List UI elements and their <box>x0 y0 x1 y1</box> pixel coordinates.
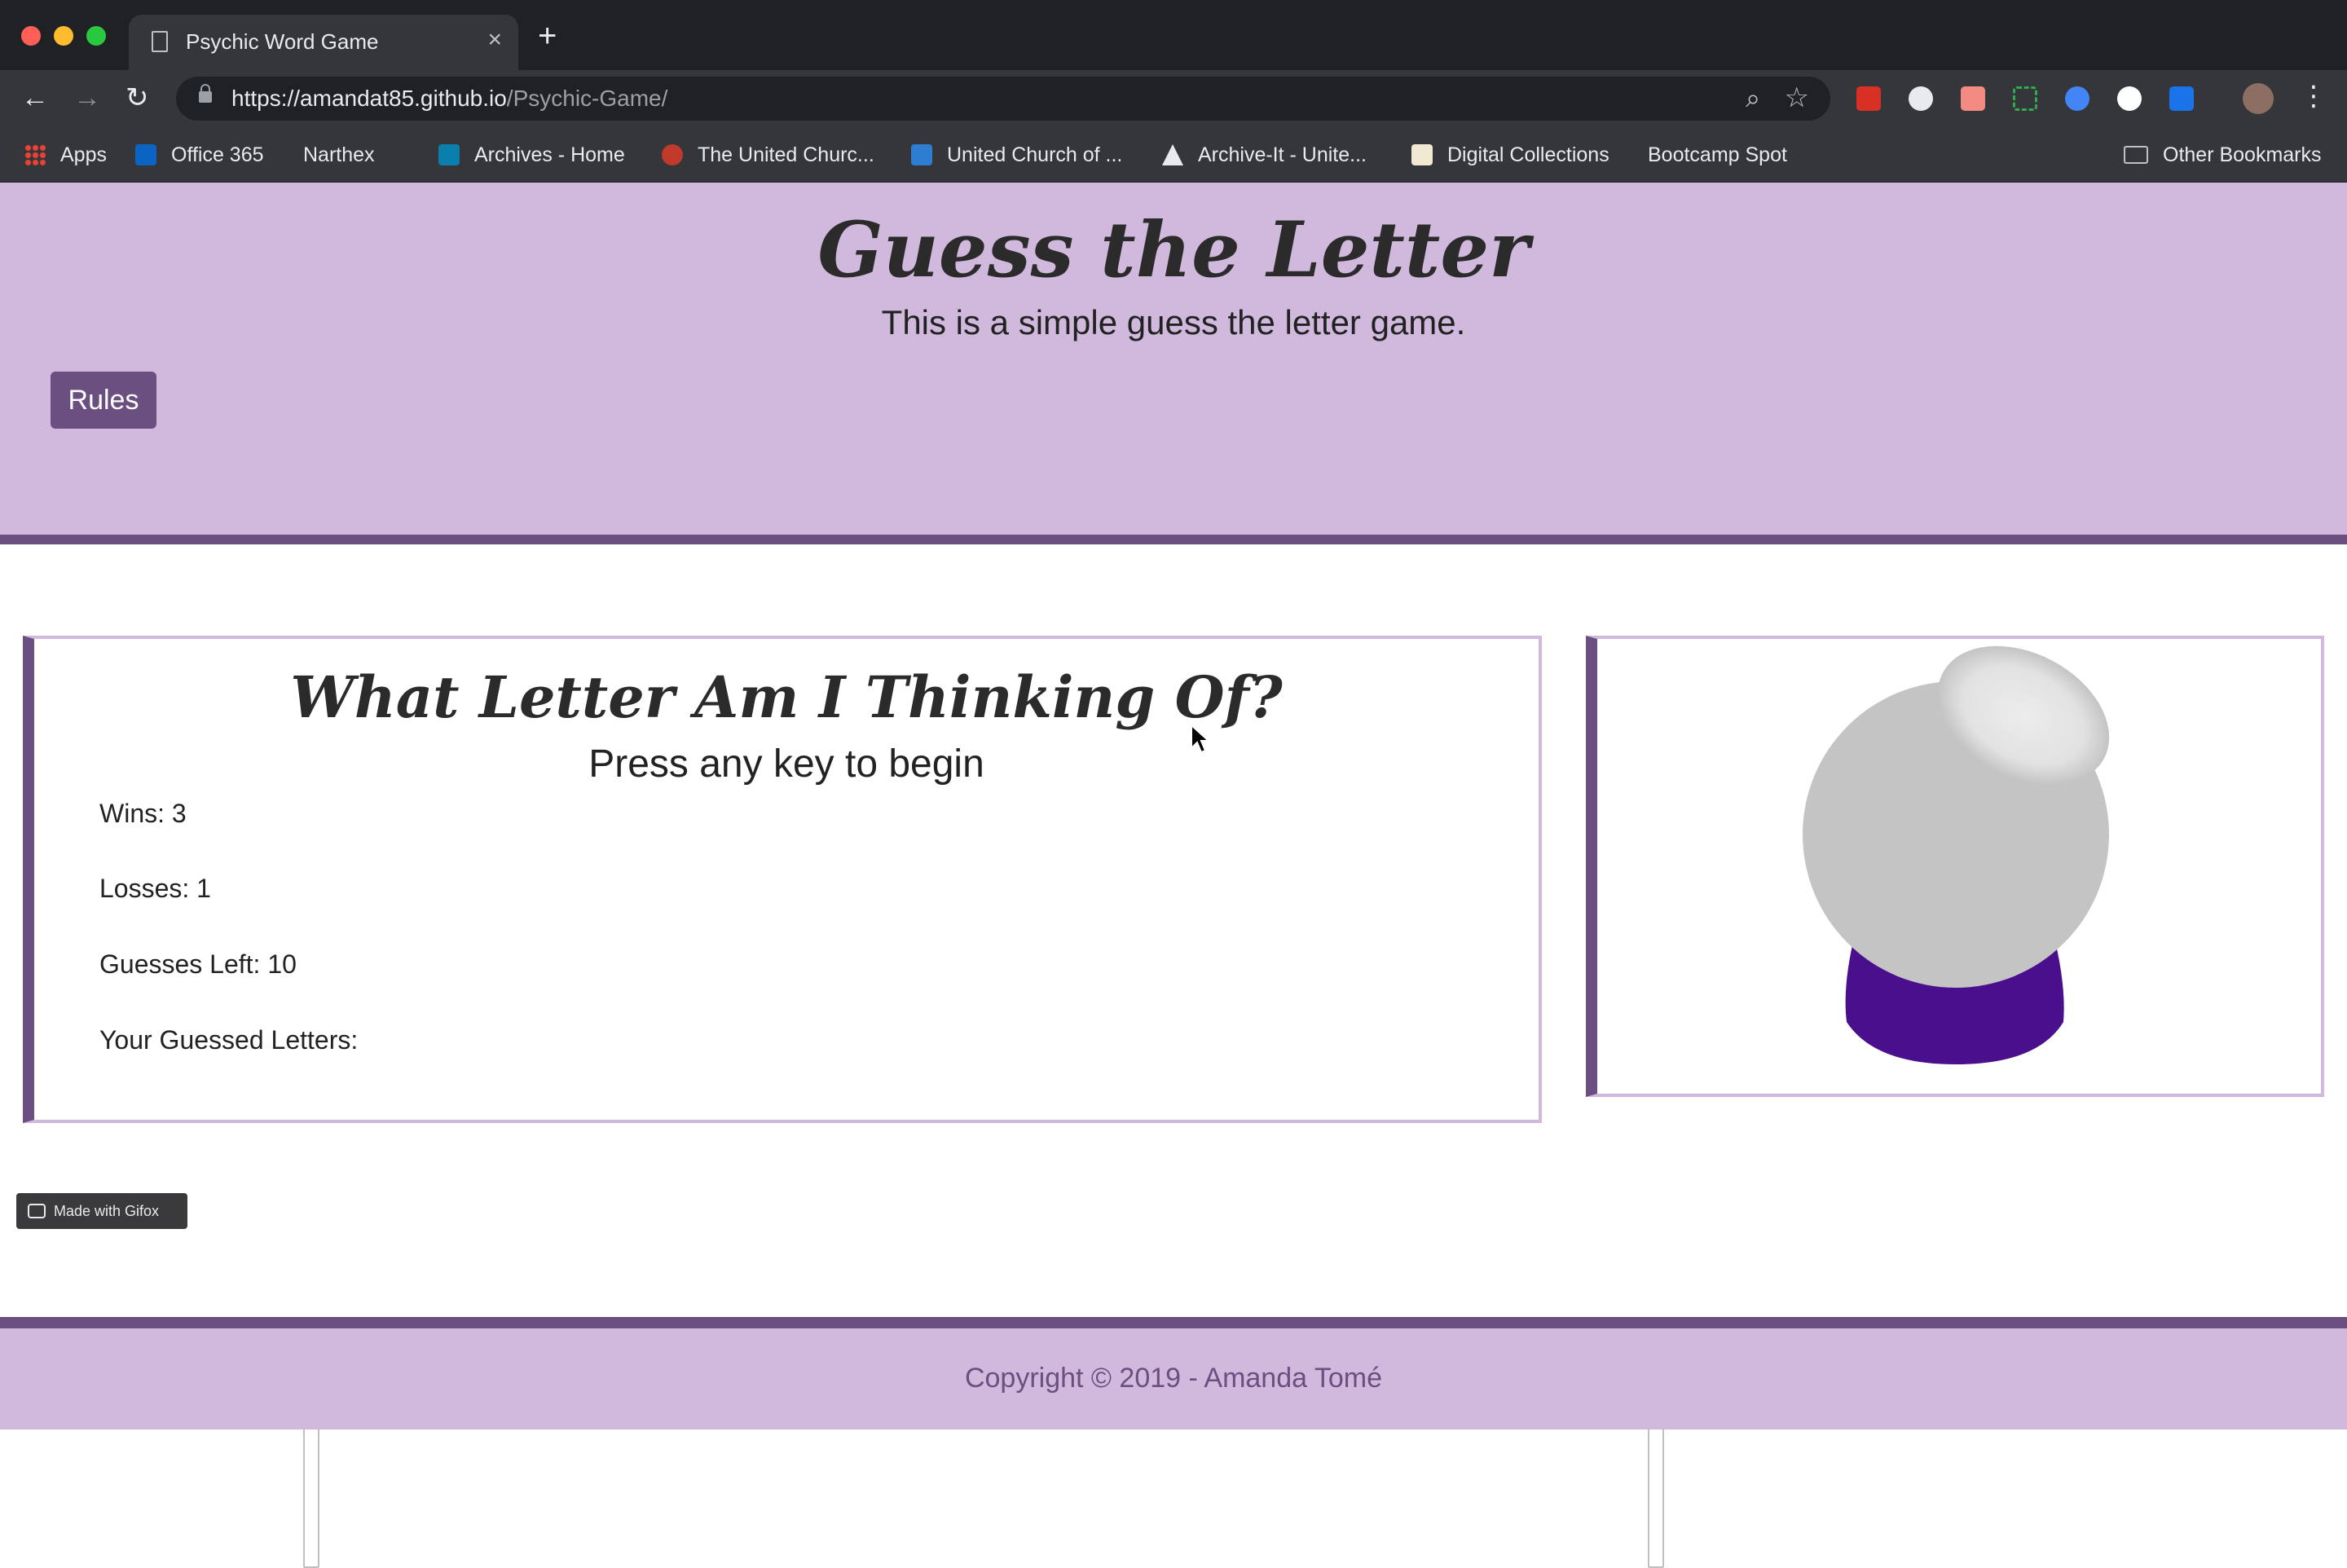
archive-it-icon <box>1162 144 1183 165</box>
crest-icon <box>1411 144 1433 165</box>
bookmark-office-365[interactable]: Office 365 <box>135 139 264 171</box>
tab-title: Psychic Word Game <box>186 29 379 54</box>
bookmark-label: Digital Collections <box>1447 143 1609 166</box>
bookmark-archives-home[interactable]: Archives - Home <box>438 139 625 171</box>
s-extension-icon[interactable] <box>2169 86 2194 111</box>
dove-icon <box>911 144 932 165</box>
bookmark-united-church-of[interactable]: United Church of ... <box>911 139 1122 171</box>
bookmark-label: Other Bookmarks <box>2163 143 2322 166</box>
page-subtitle: This is a simple guess the letter game. <box>881 303 1466 341</box>
bookmarks-bar: Apps Office 365 Narthex Archives - Home … <box>0 127 2347 1568</box>
bookmark-label: Narthex <box>303 143 375 166</box>
browser-toolbar: ← → ↻ https://amandat85.github.io/Psychi… <box>0 70 2347 127</box>
lock-icon[interactable] <box>199 84 212 103</box>
bookmark-label: Apps <box>60 143 107 166</box>
bookmark-label: The United Churc... <box>698 143 874 166</box>
url-host: https://amandat85.github.io <box>231 86 507 111</box>
web-page: Guess the Letter This is a simple guess … <box>0 183 2347 1429</box>
bookmark-label: Office 365 <box>171 143 264 166</box>
outlook-icon <box>135 144 156 165</box>
code-extension-icon[interactable] <box>2117 86 2142 111</box>
screencast-extension-icon[interactable] <box>1961 86 1985 111</box>
zoom-icon[interactable]: ⌕ <box>1746 83 1760 114</box>
minimize-window-button[interactable] <box>54 26 73 46</box>
profile-avatar[interactable] <box>2243 83 2274 114</box>
bookmark-narthex[interactable]: Narthex <box>303 139 375 1568</box>
browser-tab-bar: Psychic Word Game × + <box>0 0 2347 70</box>
page-footer: Copyright © 2019 - Amanda Tomé <box>0 1317 2347 1429</box>
address-bar[interactable]: https://amandat85.github.io/Psychic-Game… <box>176 77 1830 121</box>
page-title: Guess the Letter <box>817 205 1530 295</box>
game-prompt: Press any key to begin <box>588 742 984 786</box>
gifox-watermark: Made with Gifox <box>16 1193 187 1229</box>
guesses-left: Guesses Left: 10 <box>99 949 297 979</box>
url-text[interactable]: https://amandat85.github.io/Psychic-Game… <box>231 86 667 112</box>
wins-count: Wins: 3 <box>99 799 187 828</box>
link-extension-icon[interactable] <box>2065 86 2089 111</box>
losses-count: Losses: 1 <box>99 874 211 903</box>
bookmark-archive-it[interactable]: Archive-It - Unite... <box>1162 139 1367 171</box>
bookmark-bootcamp-spot[interactable]: Bootcamp Spot <box>1648 139 1787 1568</box>
screenshot-extension-icon[interactable] <box>2013 86 2037 111</box>
sharepoint-icon <box>438 144 460 165</box>
bookmark-digital-collections[interactable]: Digital Collections <box>1411 139 1609 171</box>
back-button[interactable]: ← <box>21 81 49 114</box>
guessed-letters: Your Guessed Letters: <box>99 1025 359 1055</box>
page-header: Guess the Letter This is a simple guess … <box>0 183 2347 544</box>
game-heading: What Letter Am I Thinking Of? <box>290 663 1283 731</box>
gifox-logo-icon <box>28 1204 46 1218</box>
bookmark-apps[interactable]: Apps <box>24 139 107 171</box>
tab-psychic-word-game[interactable]: Psychic Word Game × <box>129 15 518 70</box>
bookmark-label: United Church of ... <box>947 143 1123 166</box>
bookmark-label: Bootcamp Spot <box>1648 143 1787 166</box>
bookmark-star-icon[interactable]: ☆ <box>1785 81 1809 114</box>
bookmark-label: Archive-It - Unite... <box>1198 143 1367 166</box>
crystal-ball-icon <box>1803 645 2110 1064</box>
reload-button[interactable]: ↻ <box>125 81 149 114</box>
bookmark-label: Archives - Home <box>474 143 625 166</box>
block-extension-icon[interactable] <box>1909 86 1933 111</box>
mouse-cursor-icon <box>1191 724 1211 754</box>
folder-icon <box>2124 146 2148 164</box>
crest-icon <box>662 144 683 165</box>
new-tab-button[interactable]: + <box>538 20 557 52</box>
document-icon <box>152 31 168 52</box>
game-panel: What Letter Am I Thinking Of? Press any … <box>23 636 1542 1123</box>
maximize-window-button[interactable] <box>86 26 106 46</box>
forward-button[interactable]: → <box>73 81 101 114</box>
copyright-text: Copyright © 2019 - Amanda Tomé <box>964 1363 1383 1394</box>
bookmark-other-bookmarks[interactable]: Other Bookmarks <box>2124 139 2322 171</box>
apps-icon <box>24 144 46 165</box>
browser-menu-icon[interactable]: ⋮ <box>2300 80 2327 112</box>
crystal-ball-panel <box>1586 636 2324 1097</box>
close-window-button[interactable] <box>21 26 41 46</box>
rules-button[interactable]: Rules <box>51 372 156 429</box>
bookmark-united-church[interactable]: The United Churc... <box>662 139 874 171</box>
url-path: /Psychic-Game/ <box>506 86 668 111</box>
lastpass-extension-icon[interactable] <box>1856 86 1881 111</box>
close-tab-icon[interactable]: × <box>487 26 502 54</box>
watermark-label: Made with Gifox <box>54 1202 160 1219</box>
